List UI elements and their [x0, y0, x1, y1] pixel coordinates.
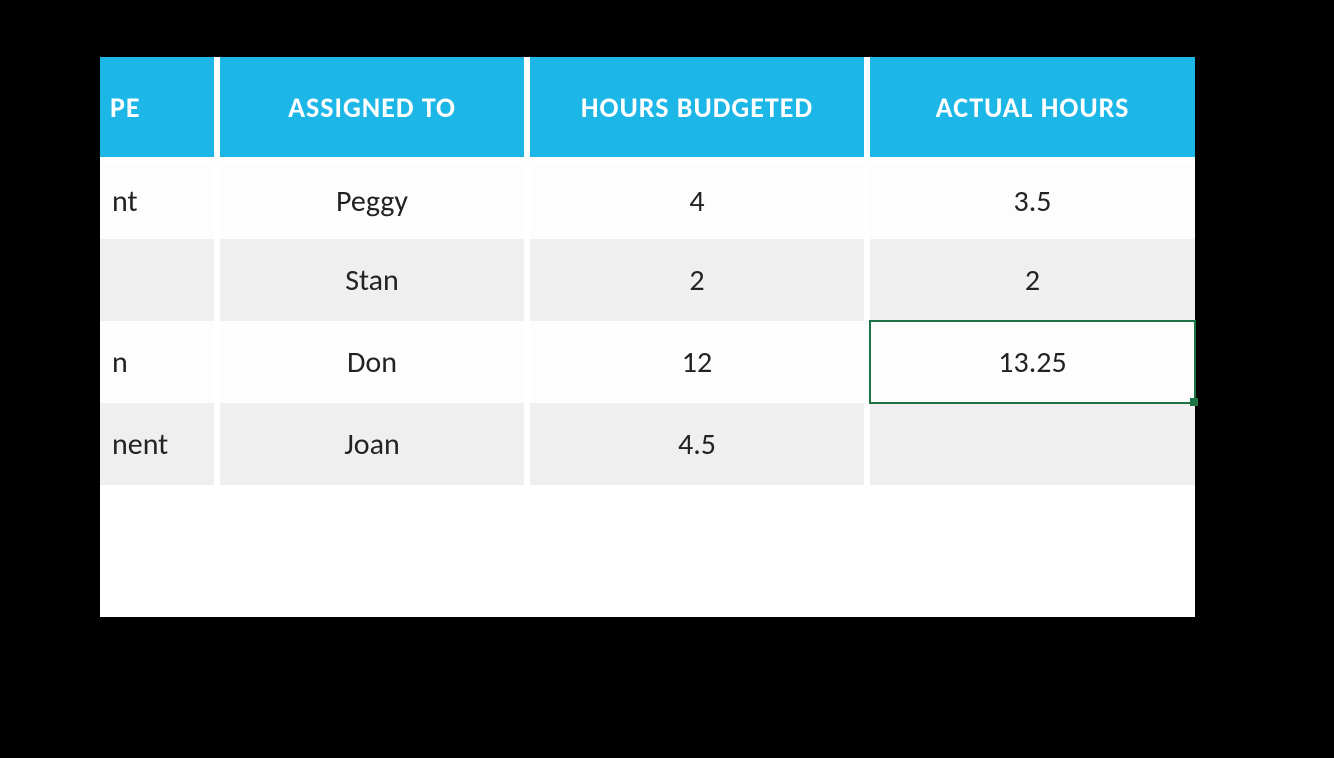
cell-type[interactable]: nent — [100, 403, 220, 485]
cell-value: 13.25 — [998, 344, 1066, 381]
cell-value: Stan — [345, 262, 399, 299]
cell-value: 4 — [689, 183, 704, 220]
cell-value: nent — [112, 426, 168, 463]
header-assigned[interactable]: ASSIGNED TO — [220, 57, 530, 157]
cell-value: 3.5 — [1014, 183, 1052, 220]
cell-value: Don — [347, 344, 397, 381]
cell-blank[interactable] — [530, 485, 870, 567]
cell-value: 2 — [1025, 262, 1040, 299]
header-assigned-label: ASSIGNED TO — [288, 90, 456, 125]
cell-assigned[interactable]: Don — [220, 321, 530, 403]
cell-type[interactable]: n — [100, 321, 220, 403]
cell-actual[interactable]: 2 — [870, 239, 1195, 321]
header-type-label: PE — [110, 90, 141, 125]
cell-blank[interactable] — [100, 485, 220, 567]
cell-budget[interactable]: 4 — [530, 157, 870, 239]
table-row: Stan 2 2 — [100, 239, 1195, 321]
cell-assigned[interactable]: Peggy — [220, 157, 530, 239]
cell-blank[interactable] — [870, 485, 1195, 567]
cell-type[interactable] — [100, 239, 220, 321]
cell-actual[interactable]: 3.5 — [870, 157, 1195, 239]
header-budget-label: HOURS BUDGETED — [581, 90, 813, 125]
cell-budget[interactable]: 2 — [530, 239, 870, 321]
cell-value: Joan — [344, 426, 400, 463]
cell-value: n — [112, 344, 128, 381]
cell-blank[interactable] — [220, 485, 530, 567]
cell-value: Peggy — [336, 183, 408, 220]
cell-actual[interactable] — [870, 403, 1195, 485]
table-row: n Don 12 13.25 — [100, 321, 1195, 403]
header-actual-label: ACTUAL HOURS — [936, 90, 1130, 125]
table-header-row: PE ASSIGNED TO HOURS BUDGETED ACTUAL HOU… — [100, 57, 1195, 157]
cell-value: nt — [112, 183, 138, 220]
table-body: nt Peggy 4 3.5 Stan 2 2 n Don 12 13.25 n… — [100, 157, 1195, 567]
cell-value: 2 — [689, 262, 704, 299]
cell-budget[interactable]: 4.5 — [530, 403, 870, 485]
cell-value: 4.5 — [678, 426, 716, 463]
cell-value: 12 — [682, 344, 712, 381]
cell-type[interactable]: nt — [100, 157, 220, 239]
table-row: nt Peggy 4 3.5 — [100, 157, 1195, 239]
cell-actual[interactable]: 13.25 — [870, 321, 1195, 403]
cell-budget[interactable]: 12 — [530, 321, 870, 403]
table-row: nent Joan 4.5 — [100, 403, 1195, 485]
spreadsheet-card: PE ASSIGNED TO HOURS BUDGETED ACTUAL HOU… — [100, 57, 1195, 617]
table-row-blank — [100, 485, 1195, 567]
data-table: PE ASSIGNED TO HOURS BUDGETED ACTUAL HOU… — [100, 57, 1195, 567]
header-type[interactable]: PE — [100, 57, 220, 157]
header-actual[interactable]: ACTUAL HOURS — [870, 57, 1195, 157]
header-budget[interactable]: HOURS BUDGETED — [530, 57, 870, 157]
cell-assigned[interactable]: Stan — [220, 239, 530, 321]
cell-assigned[interactable]: Joan — [220, 403, 530, 485]
